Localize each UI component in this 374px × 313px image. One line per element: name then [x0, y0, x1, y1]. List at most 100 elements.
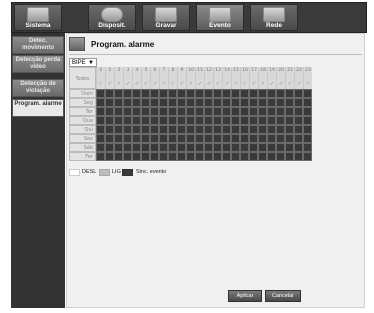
hour-header-cell[interactable]: 18 ✓ — [258, 67, 267, 89]
hour-header-cell[interactable]: 11 ✓ — [195, 67, 204, 89]
schedule-cell[interactable] — [213, 107, 222, 116]
schedule-cell[interactable] — [150, 152, 159, 161]
schedule-cell[interactable] — [294, 134, 303, 143]
schedule-cell[interactable] — [186, 89, 195, 98]
hour-header-cell[interactable]: 7 ✓ — [159, 67, 168, 89]
sidebar-item-deteccao-violacao[interactable]: Detecção de violação — [12, 79, 64, 97]
schedule-cell[interactable] — [177, 125, 186, 134]
schedule-cell[interactable] — [249, 116, 258, 125]
schedule-cell[interactable] — [132, 143, 141, 152]
hour-header-cell[interactable]: 5 ✓ — [141, 67, 150, 89]
apply-button[interactable]: Aplicar — [228, 290, 262, 302]
hour-header-cell[interactable]: 13 ✓ — [213, 67, 222, 89]
schedule-cell[interactable] — [114, 116, 123, 125]
cancel-button[interactable]: Cancelar — [265, 290, 301, 302]
schedule-cell[interactable] — [258, 98, 267, 107]
schedule-cell[interactable] — [222, 125, 231, 134]
schedule-cell[interactable] — [240, 107, 249, 116]
hour-header-cell[interactable]: 3 ✓ — [123, 67, 132, 89]
schedule-cell[interactable] — [114, 125, 123, 134]
schedule-cell[interactable] — [195, 134, 204, 143]
schedule-cell[interactable] — [222, 134, 231, 143]
schedule-cell[interactable] — [231, 125, 240, 134]
schedule-cell[interactable] — [276, 98, 285, 107]
schedule-cell[interactable] — [177, 143, 186, 152]
schedule-cell[interactable] — [159, 107, 168, 116]
schedule-cell[interactable] — [123, 152, 132, 161]
schedule-cell[interactable] — [123, 125, 132, 134]
schedule-cell[interactable] — [303, 134, 312, 143]
tab-sistema[interactable]: Sistema — [14, 4, 62, 31]
schedule-cell[interactable] — [213, 89, 222, 98]
schedule-cell[interactable] — [222, 107, 231, 116]
schedule-cell[interactable] — [231, 107, 240, 116]
schedule-cell[interactable] — [105, 125, 114, 134]
schedule-cell[interactable] — [222, 98, 231, 107]
schedule-cell[interactable] — [267, 107, 276, 116]
schedule-cell[interactable] — [303, 89, 312, 98]
schedule-cell[interactable] — [168, 134, 177, 143]
schedule-cell[interactable] — [114, 107, 123, 116]
select-all-cell[interactable]: Todos — [69, 67, 96, 89]
schedule-cell[interactable] — [240, 98, 249, 107]
schedule-cell[interactable] — [231, 134, 240, 143]
hour-header-cell[interactable]: 0 ✓ — [96, 67, 105, 89]
schedule-cell[interactable] — [105, 89, 114, 98]
schedule-cell[interactable] — [123, 116, 132, 125]
schedule-cell[interactable] — [159, 116, 168, 125]
schedule-cell[interactable] — [159, 125, 168, 134]
schedule-cell[interactable] — [240, 116, 249, 125]
schedule-cell[interactable] — [222, 116, 231, 125]
schedule-cell[interactable] — [285, 125, 294, 134]
schedule-cell[interactable] — [204, 143, 213, 152]
schedule-cell[interactable] — [105, 134, 114, 143]
tab-evento[interactable]: Evento — [196, 4, 244, 31]
schedule-cell[interactable] — [150, 125, 159, 134]
schedule-cell[interactable] — [177, 116, 186, 125]
schedule-cell[interactable] — [267, 143, 276, 152]
schedule-cell[interactable] — [150, 89, 159, 98]
schedule-cell[interactable] — [186, 125, 195, 134]
schedule-cell[interactable] — [267, 125, 276, 134]
schedule-cell[interactable] — [132, 107, 141, 116]
schedule-cell[interactable] — [141, 134, 150, 143]
sidebar-item-detec-movimento[interactable]: Detec. movimento — [12, 36, 64, 54]
schedule-cell[interactable] — [132, 89, 141, 98]
schedule-cell[interactable] — [141, 143, 150, 152]
schedule-cell[interactable] — [285, 134, 294, 143]
schedule-cell[interactable] — [213, 116, 222, 125]
schedule-cell[interactable] — [303, 116, 312, 125]
schedule-cell[interactable] — [105, 143, 114, 152]
schedule-cell[interactable] — [96, 98, 105, 107]
schedule-cell[interactable] — [123, 98, 132, 107]
schedule-cell[interactable] — [294, 107, 303, 116]
schedule-cell[interactable] — [213, 152, 222, 161]
schedule-cell[interactable] — [168, 152, 177, 161]
schedule-cell[interactable] — [123, 107, 132, 116]
schedule-cell[interactable] — [159, 134, 168, 143]
day-row-header[interactable]: Ter — [69, 107, 96, 116]
hour-header-cell[interactable]: 1 ✓ — [105, 67, 114, 89]
schedule-cell[interactable] — [213, 143, 222, 152]
schedule-cell[interactable] — [150, 143, 159, 152]
schedule-cell[interactable] — [177, 134, 186, 143]
schedule-cell[interactable] — [222, 143, 231, 152]
schedule-cell[interactable] — [168, 89, 177, 98]
sidebar-item-deteccao-perda-video[interactable]: Detecção perda vídeo — [12, 55, 64, 73]
schedule-cell[interactable] — [276, 152, 285, 161]
schedule-cell[interactable] — [285, 89, 294, 98]
hour-header-cell[interactable]: 21 ✓ — [285, 67, 294, 89]
schedule-cell[interactable] — [240, 89, 249, 98]
schedule-cell[interactable] — [285, 107, 294, 116]
hour-header-cell[interactable]: 16 ✓ — [240, 67, 249, 89]
schedule-cell[interactable] — [267, 89, 276, 98]
day-row-header[interactable]: Qua — [69, 116, 96, 125]
hour-header-cell[interactable]: 8 ✓ — [168, 67, 177, 89]
schedule-cell[interactable] — [303, 143, 312, 152]
schedule-cell[interactable] — [159, 143, 168, 152]
schedule-cell[interactable] — [96, 134, 105, 143]
schedule-cell[interactable] — [240, 125, 249, 134]
schedule-cell[interactable] — [195, 107, 204, 116]
tab-gravar[interactable]: Gravar — [142, 4, 190, 31]
schedule-cell[interactable] — [294, 89, 303, 98]
